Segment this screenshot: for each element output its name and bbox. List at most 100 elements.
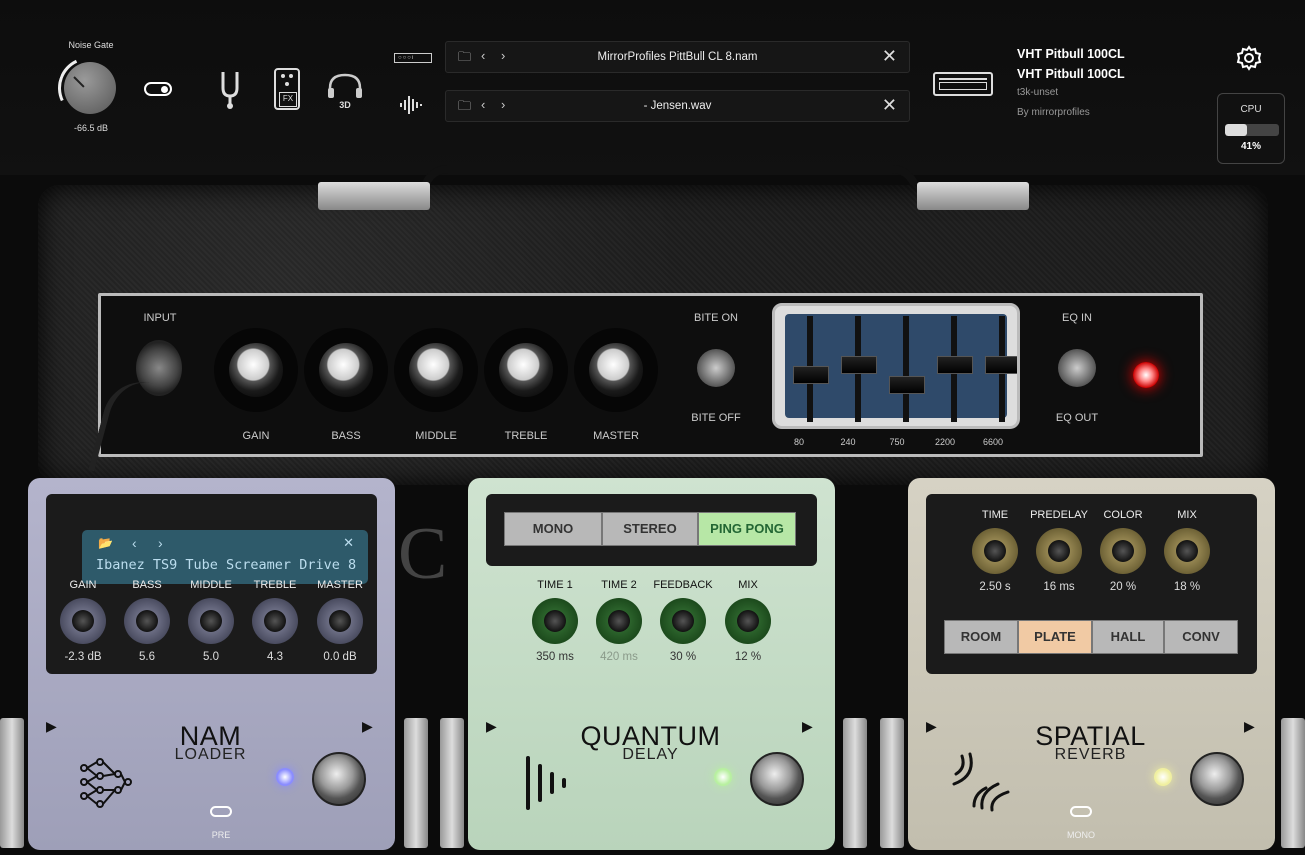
delay-knob-value: 350 ms [536, 651, 574, 663]
fx-label: FX [279, 92, 297, 107]
nam-model-name: Ibanez TS9 Tube Screamer Drive 8 [96, 557, 357, 573]
eq-slot [903, 316, 909, 422]
mono-toggle[interactable] [1070, 806, 1092, 817]
nam-loader-pedal: 📂 ‹ › ✕ Ibanez TS9 Tube Screamer Drive 8… [28, 478, 395, 850]
model-type-icon: ○○○ı [394, 53, 432, 63]
delay-knob-feedback[interactable] [660, 598, 706, 644]
nam-knob-label: GAIN [69, 579, 97, 591]
quantum-delay-pedal: MONO STEREO PING PONG TIME 1 350 ms TIME 2 42… [468, 478, 835, 850]
eq-in-label: EQ IN [1062, 312, 1092, 324]
nam-footswitch[interactable] [312, 752, 366, 806]
delay-knob-mix[interactable] [725, 598, 771, 644]
input-arrow-icon: ▶ [46, 718, 57, 734]
cable-delay-reverb-1 [843, 718, 867, 848]
pre-toggle[interactable] [210, 806, 232, 817]
lcd-folder-icon[interactable]: 📂 [98, 536, 113, 550]
nam-knob-treble[interactable] [252, 598, 298, 644]
nam-knob-value: -2.3 dB [64, 651, 102, 663]
reverb-knob-color[interactable] [1100, 528, 1146, 574]
model-file-bar: 🗀 ‹ › MirrorProfiles PittBull CL 8.nam ✕ [445, 41, 910, 73]
bite-on-label: BITE ON [693, 312, 738, 324]
amp-author: By mirrorprofiles [1017, 107, 1090, 118]
cable-left [0, 718, 24, 848]
reverb-status-led [1154, 768, 1172, 786]
headphones-3d-icon[interactable]: 3D [326, 72, 364, 112]
nam-knob-gain[interactable] [60, 598, 106, 644]
reverb-mode-hall[interactable]: HALL [1092, 620, 1164, 654]
close-ir-icon[interactable]: ✕ [882, 95, 897, 116]
amp-knob-treble[interactable] [499, 343, 553, 397]
mono-label: MONO [1067, 830, 1095, 840]
reverb-knob-label: COLOR [1103, 509, 1143, 521]
reverb-waves-icon [950, 750, 1012, 812]
reverb-mode-conv[interactable]: CONV [1164, 620, 1238, 654]
noise-gate-toggle[interactable] [144, 82, 172, 96]
amp-knob-label: MIDDLE [415, 430, 457, 442]
reverb-knob-mix[interactable] [1164, 528, 1210, 574]
nam-knob-bass[interactable] [124, 598, 170, 644]
cable-right [1281, 718, 1305, 848]
delay-mode-ping-pong[interactable]: PING PONG [698, 512, 796, 546]
lcd-prev-button[interactable]: ‹ [132, 535, 137, 551]
cable-delay-reverb-2 [880, 718, 904, 848]
eq-slider-2200[interactable] [937, 356, 973, 374]
eq-slider-240[interactable] [841, 356, 877, 374]
eq-switch[interactable] [1058, 349, 1096, 387]
reverb-footswitch[interactable] [1190, 752, 1244, 806]
reverb-knob-label: MIX [1177, 509, 1197, 521]
nam-knob-value: 5.0 [203, 651, 219, 663]
eq-slider-80[interactable] [793, 366, 829, 384]
output-arrow-icon: ▶ [802, 718, 813, 734]
power-led [1133, 362, 1159, 388]
reverb-knob-value: 20 % [1109, 581, 1137, 593]
delay-knob-label: TIME 1 [537, 579, 573, 591]
settings-gear-icon[interactable] [1236, 45, 1262, 71]
noise-gate-knob[interactable] [64, 62, 116, 114]
amp-knob-bass[interactable] [319, 343, 373, 397]
noise-gate-label: Noise Gate [68, 40, 114, 50]
delay-mode-mono[interactable]: MONO [504, 512, 602, 546]
tuner-icon[interactable] [218, 70, 242, 110]
delay-waveform-icon [522, 754, 572, 812]
nam-knob-label: TREBLE [253, 579, 297, 591]
3d-label: 3D [339, 100, 351, 110]
lcd-next-button[interactable]: › [158, 535, 163, 551]
handle-cap-left [318, 182, 430, 210]
cable-nam-delay-1 [404, 718, 428, 848]
eq-slider-6600[interactable] [985, 356, 1017, 374]
noise-gate-value: -66.5 dB [73, 123, 109, 133]
reverb-mode-room[interactable]: ROOM [944, 620, 1018, 654]
amp-knob-middle[interactable] [409, 343, 463, 397]
input-label: INPUT [143, 312, 177, 324]
spatial-reverb-pedal: TIME 2.50 s PREDELAY 16 ms COLOR 20 % MIX 18 % … [908, 478, 1275, 850]
waveform-icon [399, 94, 425, 116]
delay-knob-time-1[interactable] [532, 598, 578, 644]
reverb-knob-time[interactable] [972, 528, 1018, 574]
cpu-label: CPU [1240, 104, 1262, 115]
fx-pedal-icon[interactable]: FX [274, 68, 300, 110]
neural-network-icon [76, 754, 132, 810]
pre-label: PRE [211, 830, 231, 840]
nam-knob-value: 0.0 dB [323, 651, 357, 663]
nam-knob-label: BASS [132, 579, 162, 591]
reverb-knob-predelay[interactable] [1036, 528, 1082, 574]
nam-knob-middle[interactable] [188, 598, 234, 644]
bite-switch[interactable] [697, 349, 735, 387]
delay-mode-stereo[interactable]: STEREO [602, 512, 698, 546]
delay-knob-value: 30 % [669, 651, 697, 663]
amp-knob-label: TREBLE [504, 430, 548, 442]
lcd-close-icon[interactable]: ✕ [343, 535, 354, 551]
reverb-knob-value: 18 % [1173, 581, 1201, 593]
ir-file-name: - Jensen.wav [643, 100, 712, 112]
output-arrow-icon: ▶ [1244, 718, 1255, 734]
delay-footswitch[interactable] [750, 752, 804, 806]
close-model-icon[interactable]: ✕ [882, 46, 897, 67]
reverb-mode-plate[interactable]: PLATE [1018, 620, 1092, 654]
amp-knob-master[interactable] [589, 343, 643, 397]
delay-knob-time-2[interactable] [596, 598, 642, 644]
nam-knob-master[interactable] [317, 598, 363, 644]
amp-knob-gain[interactable] [229, 343, 283, 397]
output-arrow-icon: ▶ [362, 718, 373, 734]
eq-slider-750[interactable] [889, 376, 925, 394]
delay-knob-value: 12 % [734, 651, 762, 663]
